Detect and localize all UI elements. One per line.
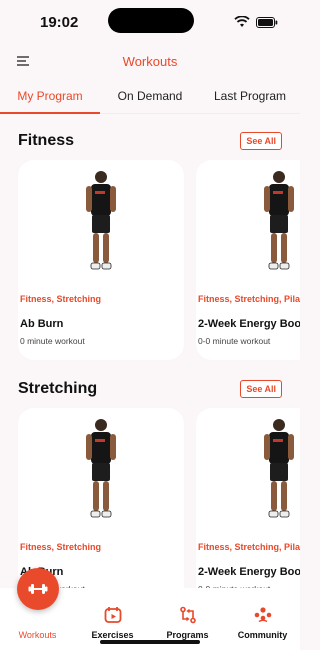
athlete-figure-icon <box>264 171 294 270</box>
card-row: Fitness, Stretching Ab Burn 0 minute wor… <box>0 160 300 360</box>
section-fitness: Fitness See All Fitness, Stretching Ab B… <box>0 132 300 360</box>
section-title: Stretching <box>18 380 98 397</box>
calendar-play-icon <box>104 607 121 623</box>
athlete-figure-icon <box>86 419 116 518</box>
workout-image <box>196 408 300 536</box>
card-tags: Fitness, Stretching <box>20 294 102 304</box>
card-title: 2-Week Energy Boos <box>198 566 300 578</box>
nav-label: Community <box>237 630 288 640</box>
see-all-button[interactable]: See All <box>240 132 282 150</box>
card-duration: 0-0 minute workout <box>198 336 271 346</box>
athlete-figure-icon <box>86 171 116 270</box>
nav-label: Workouts <box>18 630 57 640</box>
nav-community[interactable]: Community <box>227 606 299 640</box>
wifi-icon <box>234 16 250 27</box>
status-time: 19:02 <box>40 13 79 31</box>
app-header: Workouts <box>0 44 300 78</box>
card-tags: Fitness, Stretching, Pila <box>198 294 300 304</box>
nav-workouts[interactable]: Workouts <box>2 630 74 640</box>
swap-arrows-icon <box>179 606 196 624</box>
athlete-figure-icon <box>264 419 294 518</box>
tab-bar: My Program On Demand Last Program <box>0 78 300 114</box>
status-bar: 19:02 <box>0 0 300 44</box>
workout-card[interactable]: Fitness, Stretching, Pila 2-Week Energy … <box>196 408 300 608</box>
menu-icon[interactable] <box>16 54 30 68</box>
nav-exercises[interactable]: Exercises <box>77 606 149 640</box>
community-icon <box>254 607 271 623</box>
camera-notch <box>108 8 194 33</box>
page-title: Workouts <box>122 53 178 69</box>
dumbbell-icon <box>28 584 48 594</box>
workout-image <box>196 160 300 288</box>
card-duration: 0 minute workout <box>20 336 85 346</box>
card-title: 2-Week Energy Boos <box>198 318 300 330</box>
tab-on-demand[interactable]: On Demand <box>100 78 200 113</box>
workout-card[interactable]: Fitness, Stretching Ab Burn 0 minute wor… <box>18 160 184 360</box>
workouts-fab-button[interactable] <box>17 568 59 610</box>
workout-image <box>18 408 184 536</box>
workout-card[interactable]: Fitness, Stretching, Pila 2-Week Energy … <box>196 160 300 360</box>
card-tags: Fitness, Stretching <box>20 542 102 552</box>
section-title: Fitness <box>18 132 75 149</box>
card-title: Ab Burn <box>20 318 64 330</box>
nav-label: Programs <box>166 630 209 640</box>
home-indicator <box>100 640 200 644</box>
see-all-button[interactable]: See All <box>240 380 282 398</box>
card-tags: Fitness, Stretching, Pila <box>198 542 300 552</box>
workout-image <box>18 160 184 288</box>
tab-last-program[interactable]: Last Program <box>200 78 300 113</box>
nav-label: Exercises <box>91 630 134 640</box>
nav-programs[interactable]: Programs <box>152 606 224 640</box>
status-icons <box>234 16 278 28</box>
battery-icon <box>256 16 278 28</box>
tab-my-program[interactable]: My Program <box>0 78 100 114</box>
